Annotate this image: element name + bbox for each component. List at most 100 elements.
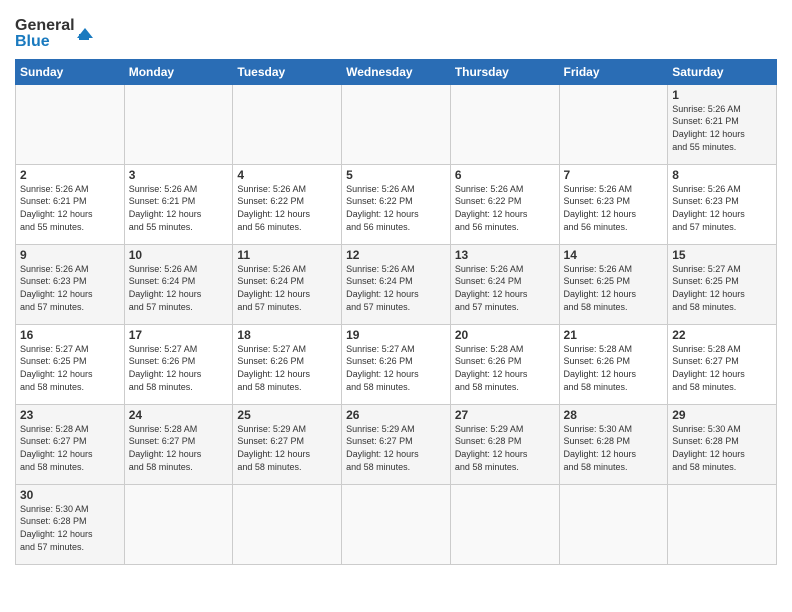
cell-info: Sunrise: 5:26 AM Sunset: 6:22 PM Dayligh… (346, 183, 446, 233)
cell-info: Sunrise: 5:26 AM Sunset: 6:23 PM Dayligh… (672, 183, 772, 233)
day-number: 23 (20, 408, 120, 422)
calendar-cell: 1Sunrise: 5:26 AM Sunset: 6:21 PM Daylig… (668, 84, 777, 164)
cell-info: Sunrise: 5:29 AM Sunset: 6:27 PM Dayligh… (237, 423, 337, 473)
calendar-cell: 13Sunrise: 5:26 AM Sunset: 6:24 PM Dayli… (450, 244, 559, 324)
calendar-cell (450, 84, 559, 164)
cell-info: Sunrise: 5:30 AM Sunset: 6:28 PM Dayligh… (20, 503, 120, 553)
day-number: 5 (346, 168, 446, 182)
calendar-cell: 27Sunrise: 5:29 AM Sunset: 6:28 PM Dayli… (450, 404, 559, 484)
day-number: 18 (237, 328, 337, 342)
cell-info: Sunrise: 5:29 AM Sunset: 6:27 PM Dayligh… (346, 423, 446, 473)
day-number: 28 (564, 408, 664, 422)
cell-info: Sunrise: 5:26 AM Sunset: 6:23 PM Dayligh… (564, 183, 664, 233)
weekday-header-sunday: Sunday (16, 59, 125, 84)
calendar-cell: 4Sunrise: 5:26 AM Sunset: 6:22 PM Daylig… (233, 164, 342, 244)
page-header: General Blue (15, 10, 777, 53)
cell-info: Sunrise: 5:26 AM Sunset: 6:24 PM Dayligh… (455, 263, 555, 313)
calendar-cell: 21Sunrise: 5:28 AM Sunset: 6:26 PM Dayli… (559, 324, 668, 404)
cell-info: Sunrise: 5:26 AM Sunset: 6:24 PM Dayligh… (237, 263, 337, 313)
cell-info: Sunrise: 5:26 AM Sunset: 6:22 PM Dayligh… (455, 183, 555, 233)
day-number: 29 (672, 408, 772, 422)
calendar-cell: 23Sunrise: 5:28 AM Sunset: 6:27 PM Dayli… (16, 404, 125, 484)
calendar-cell: 11Sunrise: 5:26 AM Sunset: 6:24 PM Dayli… (233, 244, 342, 324)
svg-text:General: General (15, 17, 75, 34)
weekday-header-wednesday: Wednesday (342, 59, 451, 84)
cell-info: Sunrise: 5:26 AM Sunset: 6:24 PM Dayligh… (346, 263, 446, 313)
calendar-cell: 18Sunrise: 5:27 AM Sunset: 6:26 PM Dayli… (233, 324, 342, 404)
calendar-cell: 5Sunrise: 5:26 AM Sunset: 6:22 PM Daylig… (342, 164, 451, 244)
calendar-week-3: 16Sunrise: 5:27 AM Sunset: 6:25 PM Dayli… (16, 324, 777, 404)
calendar-cell: 25Sunrise: 5:29 AM Sunset: 6:27 PM Dayli… (233, 404, 342, 484)
calendar-header: SundayMondayTuesdayWednesdayThursdayFrid… (16, 59, 777, 84)
cell-info: Sunrise: 5:28 AM Sunset: 6:27 PM Dayligh… (20, 423, 120, 473)
calendar-cell: 29Sunrise: 5:30 AM Sunset: 6:28 PM Dayli… (668, 404, 777, 484)
cell-info: Sunrise: 5:27 AM Sunset: 6:25 PM Dayligh… (672, 263, 772, 313)
cell-info: Sunrise: 5:26 AM Sunset: 6:21 PM Dayligh… (672, 103, 772, 153)
cell-info: Sunrise: 5:26 AM Sunset: 6:22 PM Dayligh… (237, 183, 337, 233)
svg-text:Blue: Blue (15, 33, 50, 48)
day-number: 3 (129, 168, 229, 182)
calendar-cell: 12Sunrise: 5:26 AM Sunset: 6:24 PM Dayli… (342, 244, 451, 324)
day-number: 27 (455, 408, 555, 422)
calendar-cell: 17Sunrise: 5:27 AM Sunset: 6:26 PM Dayli… (124, 324, 233, 404)
calendar-cell (559, 484, 668, 564)
day-number: 19 (346, 328, 446, 342)
calendar-week-5: 30Sunrise: 5:30 AM Sunset: 6:28 PM Dayli… (16, 484, 777, 564)
weekday-header-friday: Friday (559, 59, 668, 84)
cell-info: Sunrise: 5:30 AM Sunset: 6:28 PM Dayligh… (564, 423, 664, 473)
day-number: 20 (455, 328, 555, 342)
day-number: 13 (455, 248, 555, 262)
calendar-week-4: 23Sunrise: 5:28 AM Sunset: 6:27 PM Dayli… (16, 404, 777, 484)
logo: General Blue (15, 10, 95, 53)
weekday-header-monday: Monday (124, 59, 233, 84)
cell-info: Sunrise: 5:28 AM Sunset: 6:26 PM Dayligh… (455, 343, 555, 393)
day-number: 2 (20, 168, 120, 182)
calendar-week-0: 1Sunrise: 5:26 AM Sunset: 6:21 PM Daylig… (16, 84, 777, 164)
calendar-cell (233, 484, 342, 564)
cell-info: Sunrise: 5:27 AM Sunset: 6:25 PM Dayligh… (20, 343, 120, 393)
calendar-cell: 10Sunrise: 5:26 AM Sunset: 6:24 PM Dayli… (124, 244, 233, 324)
calendar-cell: 26Sunrise: 5:29 AM Sunset: 6:27 PM Dayli… (342, 404, 451, 484)
calendar-cell (342, 484, 451, 564)
day-number: 17 (129, 328, 229, 342)
day-number: 8 (672, 168, 772, 182)
cell-info: Sunrise: 5:26 AM Sunset: 6:23 PM Dayligh… (20, 263, 120, 313)
cell-info: Sunrise: 5:27 AM Sunset: 6:26 PM Dayligh… (129, 343, 229, 393)
calendar-cell (559, 84, 668, 164)
day-number: 6 (455, 168, 555, 182)
day-number: 25 (237, 408, 337, 422)
day-number: 26 (346, 408, 446, 422)
calendar-cell (668, 484, 777, 564)
logo-icon: General Blue (15, 10, 95, 48)
day-number: 9 (20, 248, 120, 262)
cell-info: Sunrise: 5:26 AM Sunset: 6:21 PM Dayligh… (129, 183, 229, 233)
day-number: 24 (129, 408, 229, 422)
calendar-cell (124, 84, 233, 164)
calendar-cell: 3Sunrise: 5:26 AM Sunset: 6:21 PM Daylig… (124, 164, 233, 244)
day-number: 1 (672, 88, 772, 102)
day-number: 14 (564, 248, 664, 262)
cell-info: Sunrise: 5:27 AM Sunset: 6:26 PM Dayligh… (346, 343, 446, 393)
calendar-cell: 30Sunrise: 5:30 AM Sunset: 6:28 PM Dayli… (16, 484, 125, 564)
cell-info: Sunrise: 5:28 AM Sunset: 6:26 PM Dayligh… (564, 343, 664, 393)
cell-info: Sunrise: 5:27 AM Sunset: 6:26 PM Dayligh… (237, 343, 337, 393)
day-number: 30 (20, 488, 120, 502)
calendar-cell: 9Sunrise: 5:26 AM Sunset: 6:23 PM Daylig… (16, 244, 125, 324)
calendar-cell: 15Sunrise: 5:27 AM Sunset: 6:25 PM Dayli… (668, 244, 777, 324)
day-number: 21 (564, 328, 664, 342)
day-number: 22 (672, 328, 772, 342)
weekday-header-row: SundayMondayTuesdayWednesdayThursdayFrid… (16, 59, 777, 84)
day-number: 10 (129, 248, 229, 262)
day-number: 7 (564, 168, 664, 182)
calendar-cell: 7Sunrise: 5:26 AM Sunset: 6:23 PM Daylig… (559, 164, 668, 244)
calendar-cell (16, 84, 125, 164)
calendar-cell: 14Sunrise: 5:26 AM Sunset: 6:25 PM Dayli… (559, 244, 668, 324)
calendar-cell: 16Sunrise: 5:27 AM Sunset: 6:25 PM Dayli… (16, 324, 125, 404)
calendar-cell: 6Sunrise: 5:26 AM Sunset: 6:22 PM Daylig… (450, 164, 559, 244)
calendar-cell: 28Sunrise: 5:30 AM Sunset: 6:28 PM Dayli… (559, 404, 668, 484)
calendar-cell (450, 484, 559, 564)
calendar-week-2: 9Sunrise: 5:26 AM Sunset: 6:23 PM Daylig… (16, 244, 777, 324)
cell-info: Sunrise: 5:28 AM Sunset: 6:27 PM Dayligh… (129, 423, 229, 473)
calendar-cell: 20Sunrise: 5:28 AM Sunset: 6:26 PM Dayli… (450, 324, 559, 404)
calendar-cell: 24Sunrise: 5:28 AM Sunset: 6:27 PM Dayli… (124, 404, 233, 484)
